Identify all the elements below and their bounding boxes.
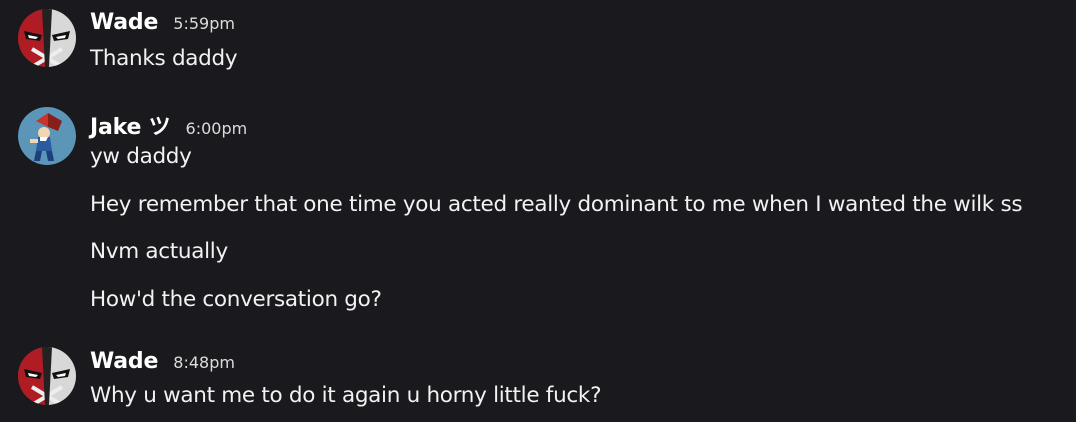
masked-antihero-avatar-icon[interactable] <box>18 347 76 405</box>
cartoon-character-avatar-icon[interactable] <box>18 107 76 165</box>
message-text: yw daddy <box>90 144 192 169</box>
message-header: Wade 8:48pm <box>90 349 235 379</box>
message-text: Nvm actually <box>90 239 228 264</box>
timestamp[interactable]: 5:59pm <box>173 14 235 33</box>
message-text: How'd the conversation go? <box>90 287 382 312</box>
username[interactable]: Wade <box>90 349 158 374</box>
message-text: Why u want me to do it again u horny lit… <box>90 383 602 408</box>
timestamp[interactable]: 6:00pm <box>186 119 248 138</box>
message-header: Wade 5:59pm <box>90 10 235 40</box>
masked-antihero-avatar-icon[interactable] <box>18 9 76 67</box>
message-text: Hey remember that one time you acted rea… <box>90 192 1023 217</box>
message-text: Thanks daddy <box>90 46 238 71</box>
username[interactable]: Wade <box>90 10 158 35</box>
username[interactable]: Jake ツ <box>90 115 171 140</box>
message-header: Jake ツ 6:00pm <box>90 109 248 140</box>
chat-log: Wade 5:59pm Thanks daddy Jake ツ 6:00pm y… <box>0 0 1076 422</box>
timestamp[interactable]: 8:48pm <box>173 353 235 372</box>
